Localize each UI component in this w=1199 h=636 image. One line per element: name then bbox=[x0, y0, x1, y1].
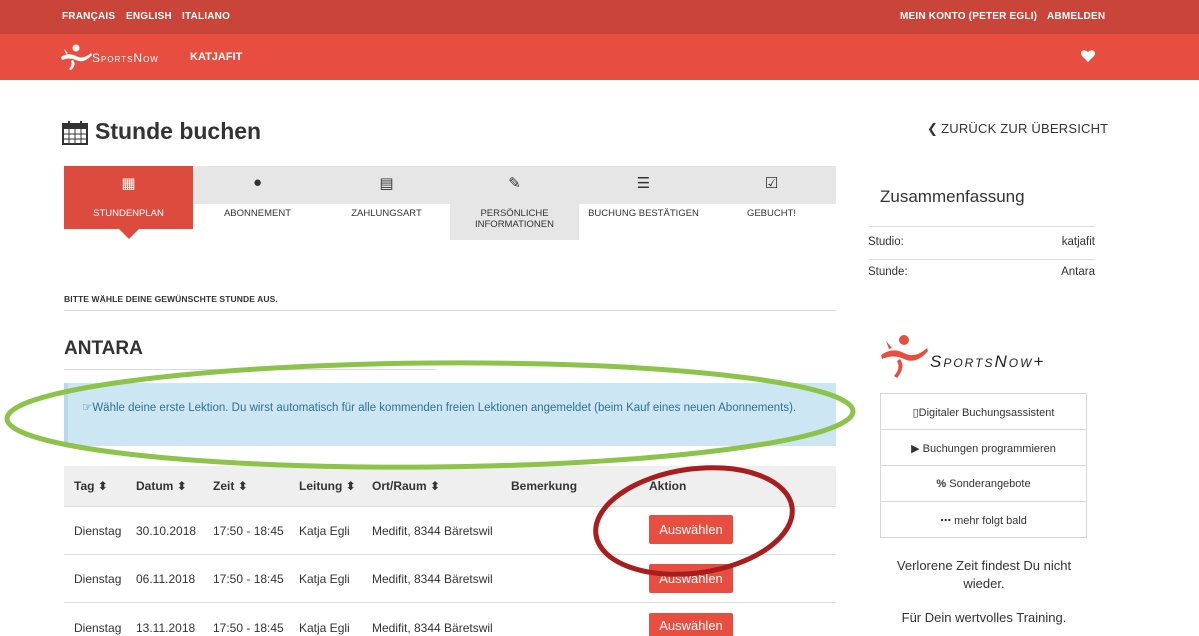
play-icon: ▶ bbox=[911, 443, 920, 455]
top-bar: FRANÇAIS ENGLISH ITALIANO MEIN KONTO (PE… bbox=[0, 0, 1199, 34]
feature-item: ▯Digitaler Buchungsassistent bbox=[881, 394, 1086, 430]
divider bbox=[869, 226, 1095, 227]
check-square-icon: ☑ bbox=[764, 175, 779, 192]
summary-title: Zusammenfassung bbox=[880, 187, 1025, 206]
sort-icon: ⬍ bbox=[176, 479, 187, 493]
cell-datum: 13.11.2018 bbox=[136, 621, 196, 635]
step-label: ABONNEMENT bbox=[223, 208, 292, 219]
edit-icon: ✎ bbox=[508, 175, 521, 192]
cell-tag: Dienstag bbox=[74, 524, 122, 538]
list-icon: ☰ bbox=[636, 175, 651, 192]
back-link-label: ZURÜCK ZUR ÜBERSICHT bbox=[941, 121, 1109, 136]
divider bbox=[64, 310, 836, 311]
chevron-left-icon: ❮ bbox=[927, 121, 939, 136]
back-to-overview-link[interactable]: ❮ ZURÜCK ZUR ÜBERSICHT bbox=[927, 121, 1108, 137]
sort-icon: ⬍ bbox=[345, 479, 356, 493]
ellipsis-icon: ⋯ bbox=[940, 515, 952, 527]
table-row: Dienstag 13.11.2018 17:50 - 18:45 Katja … bbox=[64, 602, 836, 636]
cell-ort: Medifit, 8344 Bäretswil bbox=[372, 621, 493, 635]
divider bbox=[64, 369, 436, 370]
step-label: STUNDENPLAN bbox=[93, 208, 164, 219]
cell-ort: Medifit, 8344 Bäretswil bbox=[372, 572, 493, 586]
info-alert: ☞Wähle deine erste Lektion. Du wirst aut… bbox=[64, 383, 836, 446]
sort-icon: ⬍ bbox=[97, 479, 108, 493]
info-text: Wähle deine erste Lektion. Du wirst auto… bbox=[92, 402, 797, 414]
step-label: GEBUCHT! bbox=[746, 208, 797, 219]
booking-steps: ▦ STUNDENPLAN ● ABONNEMENT ▤ ZAHLUNGSART… bbox=[64, 166, 836, 240]
plus-features: ▯Digitaler Buchungsassistent ▶ Buchungen… bbox=[880, 393, 1087, 538]
column-header-aktion: Aktion bbox=[649, 479, 687, 493]
table-row: Dienstag 30.10.2018 17:50 - 18:45 Katja … bbox=[64, 506, 836, 554]
summary-value-studio: katjafit bbox=[1061, 236, 1095, 248]
summary-value-stunde: Antara bbox=[1061, 266, 1095, 278]
instruction-text: BITTE WÄHLE DEINE GEWÜNSCHTE STUNDE AUS. bbox=[64, 294, 278, 304]
step-personal-info[interactable]: ✎ PERSÖNLICHE INFORMATIONEN bbox=[450, 166, 579, 240]
brand-name[interactable]: SportsNow bbox=[92, 51, 159, 65]
my-account-link[interactable]: MEIN KONTO (PETER EGLI) bbox=[900, 11, 1037, 22]
cell-datum: 06.11.2018 bbox=[136, 572, 196, 586]
select-button[interactable]: Auswählen bbox=[649, 564, 733, 593]
step-zahlungsart[interactable]: ▤ ZAHLUNGSART bbox=[322, 166, 451, 226]
table-header: Tag ⬍ Datum ⬍ Zeit ⬍ Leitung ⬍ Ort/Raum … bbox=[64, 466, 836, 506]
column-header-datum[interactable]: Datum ⬍ bbox=[136, 479, 187, 493]
cell-ort: Medifit, 8344 Bäretswil bbox=[372, 524, 493, 538]
calendar-icon bbox=[62, 121, 88, 145]
feature-label: mehr folgt bald bbox=[954, 515, 1027, 527]
step-label: BUCHUNG BESTÄTIGEN bbox=[588, 208, 699, 219]
step-confirm-booking[interactable]: ☰ BUCHUNG BESTÄTIGEN bbox=[579, 166, 708, 226]
step-booked[interactable]: ☑ GEBUCHT! bbox=[707, 166, 836, 226]
column-header-leitung[interactable]: Leitung ⬍ bbox=[299, 479, 356, 493]
sportsnow-plus-brand: SportsNow+ bbox=[930, 352, 1046, 371]
cell-datum: 30.10.2018 bbox=[136, 524, 197, 538]
summary-label-stunde: Stunde: bbox=[868, 266, 908, 278]
cell-zeit: 17:50 - 18:45 bbox=[213, 524, 284, 538]
divider bbox=[869, 259, 1095, 260]
column-header-zeit[interactable]: Zeit ⬍ bbox=[213, 479, 248, 493]
language-french-link[interactable]: FRANÇAIS bbox=[62, 11, 115, 22]
feature-item: ▶ Buchungen programmieren bbox=[881, 430, 1086, 466]
cell-leitung: Katja Egli bbox=[299, 524, 350, 538]
feature-label: Digitaler Buchungsassistent bbox=[918, 407, 1055, 419]
studio-name[interactable]: KATJAFIT bbox=[190, 51, 242, 63]
tagline-2: Für Dein wertvolles Training. bbox=[901, 610, 1067, 625]
step-stundenplan[interactable]: ▦ STUNDENPLAN bbox=[64, 166, 193, 239]
step-label: PERSÖNLICHE INFORMATIONEN bbox=[475, 208, 554, 230]
feature-label: Sonderangebote bbox=[949, 478, 1031, 490]
step-abonnement[interactable]: ● ABONNEMENT bbox=[193, 166, 322, 226]
page-title: Stunde buchen bbox=[95, 118, 262, 144]
cell-tag: Dienstag bbox=[74, 572, 122, 586]
language-english-link[interactable]: ENGLISH bbox=[126, 11, 172, 22]
cell-zeit: 17:50 - 18:45 bbox=[213, 621, 284, 635]
cell-leitung: Katja Egli bbox=[299, 572, 350, 586]
column-header-tag[interactable]: Tag ⬍ bbox=[74, 479, 108, 493]
hand-pointer-icon: ☞ bbox=[82, 402, 93, 414]
select-button[interactable]: Auswählen bbox=[649, 613, 733, 636]
select-button[interactable]: Auswählen bbox=[649, 515, 733, 544]
cell-tag: Dienstag bbox=[74, 621, 122, 635]
sort-icon: ⬍ bbox=[237, 479, 248, 493]
map-marker-icon: ● bbox=[252, 174, 263, 191]
tagline-1: Verlorene Zeit findest Du nicht wieder. bbox=[896, 558, 1072, 591]
sportsnow-logo-icon[interactable] bbox=[59, 43, 93, 71]
brand-bar: SportsNow KATJAFIT bbox=[0, 34, 1199, 80]
calendar-icon: ▦ bbox=[121, 175, 136, 192]
feature-item: ⋯ mehr folgt bald bbox=[881, 502, 1086, 538]
feature-item: % Sonderangebote bbox=[881, 466, 1086, 502]
step-label: ZAHLUNGSART bbox=[351, 208, 422, 219]
logout-link[interactable]: ABMELDEN bbox=[1047, 11, 1105, 22]
cell-zeit: 17:50 - 18:45 bbox=[213, 572, 284, 586]
table-row: Dienstag 06.11.2018 17:50 - 18:45 Katja … bbox=[64, 554, 836, 602]
heart-icon[interactable] bbox=[1080, 48, 1096, 64]
column-header-ort[interactable]: Ort/Raum ⬍ bbox=[372, 479, 440, 493]
column-header-bemerkung: Bemerkung bbox=[511, 479, 578, 493]
sportsnow-plus-logo-icon bbox=[881, 335, 928, 378]
money-icon: ▤ bbox=[379, 175, 394, 192]
summary-label-studio: Studio: bbox=[868, 236, 904, 248]
feature-label: Buchungen programmieren bbox=[922, 443, 1056, 455]
language-italian-link[interactable]: ITALIANO bbox=[182, 11, 230, 22]
percent-icon: % bbox=[936, 478, 947, 490]
sort-icon: ⬍ bbox=[430, 479, 441, 493]
class-title: ANTARA bbox=[64, 338, 143, 359]
cell-leitung: Katja Egli bbox=[299, 621, 350, 635]
